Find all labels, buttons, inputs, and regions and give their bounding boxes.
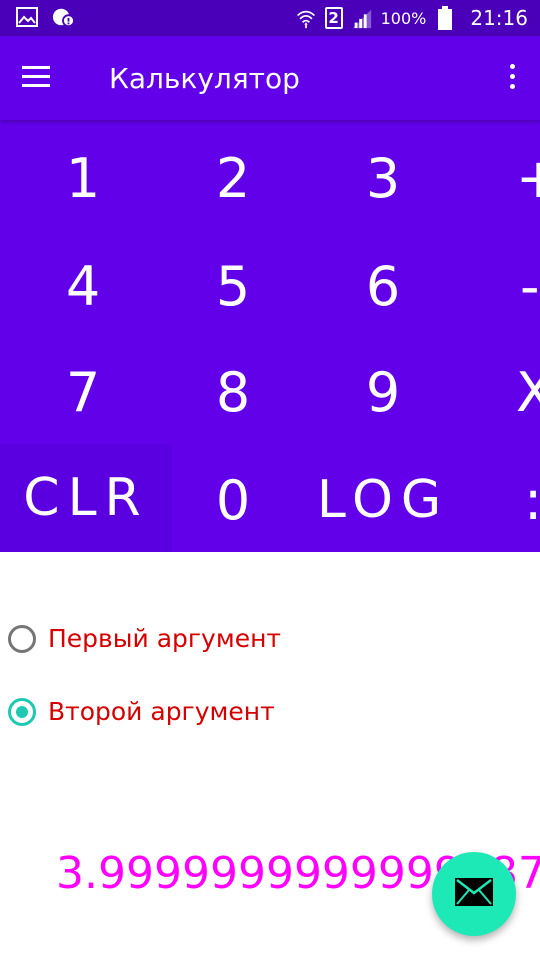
keypad: 1 2 3 + 4 5 6 - 7 8 9 X CLR 0 LOG : [0, 120, 540, 552]
key-1[interactable]: 1 [8, 124, 158, 232]
key-8[interactable]: 8 [158, 338, 308, 446]
key-4[interactable]: 4 [8, 232, 158, 340]
battery-icon [434, 6, 456, 30]
radio-first-argument[interactable]: Первый аргумент [8, 624, 281, 653]
key-2[interactable]: 2 [158, 124, 308, 232]
battery-percent: 100% [380, 8, 427, 28]
app-bar: Калькулятор [0, 36, 540, 120]
image-icon [16, 6, 38, 28]
notification-icon [52, 6, 74, 28]
radio-second-argument[interactable]: Второй аргумент [8, 697, 275, 726]
mail-icon [455, 878, 493, 910]
key-divide[interactable]: : [516, 446, 540, 552]
page-title: Калькулятор [109, 62, 300, 95]
key-clear[interactable]: CLR [0, 444, 172, 552]
key-7[interactable]: 7 [8, 338, 158, 446]
wifi-icon [295, 7, 317, 29]
radio-label: Второй аргумент [48, 697, 275, 726]
key-5[interactable]: 5 [158, 232, 308, 340]
menu-icon[interactable] [22, 66, 50, 88]
overflow-menu-icon[interactable] [508, 64, 516, 92]
signal-icon [351, 7, 373, 29]
key-0[interactable]: 0 [158, 446, 308, 552]
key-3[interactable]: 3 [308, 124, 458, 232]
key-multiply[interactable]: X [508, 338, 540, 446]
send-fab-button[interactable] [432, 852, 516, 936]
key-plus[interactable]: + [508, 124, 540, 232]
radio-button-checked[interactable] [8, 697, 36, 726]
key-log[interactable]: LOG [308, 446, 458, 552]
key-9[interactable]: 9 [308, 338, 458, 446]
radio-button-unchecked[interactable] [8, 624, 36, 653]
radio-label: Первый аргумент [48, 624, 281, 653]
clock: 21:16 [470, 6, 528, 30]
key-minus[interactable]: - [512, 232, 540, 340]
sim-badge: 2 [324, 7, 343, 29]
key-6[interactable]: 6 [308, 232, 458, 340]
status-bar: 2 100% 21:16 [0, 0, 540, 36]
